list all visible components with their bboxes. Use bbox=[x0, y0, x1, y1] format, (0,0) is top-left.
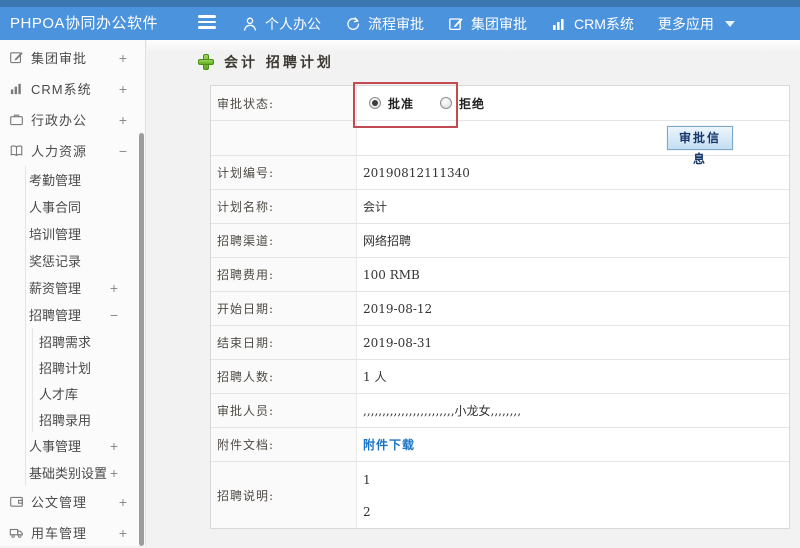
radio-approve[interactable] bbox=[369, 97, 381, 109]
truck-icon bbox=[8, 525, 24, 541]
app-logo: PHPOA协同办公软件 bbox=[10, 15, 159, 32]
field-label: 审批状态: bbox=[211, 86, 357, 120]
row-recruit-channel: 招聘渠道: 网络招聘 bbox=[211, 224, 789, 258]
recruitment-children: 招聘需求 招聘计划 人才库 招聘录用 bbox=[32, 328, 145, 432]
nav-group-approval[interactable]: 集团审批 bbox=[448, 14, 527, 34]
row-end-date: 结束日期: 2019-08-31 bbox=[211, 326, 789, 360]
book-icon bbox=[8, 143, 24, 159]
sidebar-item-group-approval[interactable]: 集团审批 + bbox=[0, 42, 145, 73]
sidebar-item-vehicle[interactable]: 用车管理 + bbox=[0, 517, 145, 548]
sidebar-item-recruit-demand[interactable]: 招聘需求 bbox=[33, 328, 145, 354]
sidebar-item-personnel[interactable]: 人事管理 + bbox=[26, 432, 145, 459]
caret-down-icon bbox=[724, 20, 735, 27]
sidebar-item-document[interactable]: 公文管理 + bbox=[0, 486, 145, 517]
row-start-date: 开始日期: 2019-08-12 bbox=[211, 292, 789, 326]
briefcase-icon bbox=[8, 112, 24, 128]
nav-label: 更多应用 bbox=[657, 15, 714, 32]
sidebar-scrollbar[interactable] bbox=[139, 133, 144, 546]
sidebar-item-recruitment[interactable]: 招聘管理 − bbox=[26, 301, 145, 328]
top-nav: 个人办公 流程审批 集团审批 CRM系统 更多应用 bbox=[242, 7, 735, 40]
row-approval-status: 审批状态: 批准 拒绝 bbox=[211, 86, 789, 121]
topbar-accent-strip bbox=[0, 0, 800, 7]
topbar: PHPOA协同办公软件 个人办公 流程审批 集团审批 CRM系统 更多应用 bbox=[0, 7, 800, 40]
main-content: 会计 招聘计划 审批状态: 批准 拒绝 审批信息 计划编号: 201908121… bbox=[147, 40, 800, 546]
expand-plus-icon[interactable]: + bbox=[110, 465, 118, 481]
person-icon bbox=[242, 16, 258, 32]
expand-plus-icon[interactable]: + bbox=[119, 494, 128, 510]
collapse-minus-icon[interactable]: − bbox=[110, 307, 118, 323]
hamburger-menu-icon[interactable] bbox=[198, 15, 216, 31]
row-approvers: 审批人员: ,,,,,,,,,,,,,,,,,,,,,,,,小龙女,,,,,,,… bbox=[211, 394, 789, 428]
sidebar: 集团审批 + CRM系统 + 行政办公 + 人力资源 − 考勤管理 人事合同 培… bbox=[0, 40, 146, 546]
edit-square-icon bbox=[8, 50, 24, 66]
expand-plus-icon[interactable]: + bbox=[119, 525, 128, 541]
expand-plus-icon[interactable]: + bbox=[119, 112, 128, 128]
sidebar-item-crm[interactable]: CRM系统 + bbox=[0, 73, 145, 104]
sidebar-item-talent-pool[interactable]: 人才库 bbox=[33, 380, 145, 406]
nav-label: 集团审批 bbox=[471, 15, 527, 32]
expand-plus-icon[interactable]: + bbox=[119, 50, 128, 66]
approval-info-button[interactable]: 审批信息 bbox=[666, 125, 734, 166]
hr-children: 考勤管理 人事合同 培训管理 奖惩记录 薪资管理 + 招聘管理 − 招聘需求 招… bbox=[25, 166, 145, 486]
expand-plus-icon[interactable]: + bbox=[119, 81, 128, 97]
sidebar-item-training[interactable]: 培训管理 bbox=[26, 220, 145, 247]
nav-crm[interactable]: CRM系统 bbox=[551, 14, 634, 34]
sidebar-item-recruit-plan[interactable]: 招聘计划 bbox=[33, 354, 145, 380]
description-line: 1 bbox=[363, 473, 371, 487]
process-arrow-icon bbox=[345, 16, 361, 32]
row-recruit-cost: 招聘费用: 100 RMB bbox=[211, 258, 789, 292]
collapse-minus-icon[interactable]: − bbox=[119, 143, 128, 159]
document-icon bbox=[8, 494, 24, 510]
radio-reject[interactable] bbox=[440, 97, 453, 109]
sidebar-item-hr-contract[interactable]: 人事合同 bbox=[26, 193, 145, 220]
sidebar-item-hr[interactable]: 人力资源 − bbox=[0, 135, 145, 166]
expand-plus-icon[interactable]: + bbox=[110, 280, 118, 296]
nav-process-approval[interactable]: 流程审批 bbox=[345, 14, 424, 34]
nav-label: CRM系统 bbox=[574, 15, 634, 32]
sidebar-item-admin-office[interactable]: 行政办公 + bbox=[0, 104, 145, 135]
nav-more-apps[interactable]: 更多应用 bbox=[658, 14, 735, 34]
description-line: 2 bbox=[363, 505, 371, 519]
attachment-download-link[interactable]: 附件下载 bbox=[363, 436, 415, 453]
page-title: 会计 招聘计划 bbox=[224, 55, 334, 71]
sidebar-item-recruit-hiring[interactable]: 招聘录用 bbox=[33, 406, 145, 432]
sidebar-item-rewards[interactable]: 奖惩记录 bbox=[26, 247, 145, 274]
sidebar-item-attendance[interactable]: 考勤管理 bbox=[26, 166, 145, 193]
edit-square-icon bbox=[448, 16, 464, 32]
nav-label: 个人办公 bbox=[265, 15, 321, 32]
approval-status-value: 批准 拒绝 bbox=[357, 86, 789, 120]
row-plan-number: 计划编号: 20190812111340 bbox=[211, 156, 789, 190]
row-attachment: 附件文档: 附件下载 bbox=[211, 428, 789, 462]
bar-chart-icon bbox=[8, 81, 24, 97]
row-approval-button: 审批信息 bbox=[211, 121, 789, 166]
radio-approve-label[interactable]: 批准 bbox=[388, 95, 414, 112]
row-plan-name: 计划名称: 会计 bbox=[211, 190, 789, 224]
row-headcount: 招聘人数: 1 人 bbox=[211, 360, 789, 394]
sidebar-item-base-category[interactable]: 基础类别设置 + bbox=[26, 459, 145, 486]
expand-plus-icon[interactable]: + bbox=[110, 438, 118, 454]
add-plus-icon bbox=[198, 54, 214, 70]
sidebar-item-salary[interactable]: 薪资管理 + bbox=[26, 274, 145, 301]
nav-personal-office[interactable]: 个人办公 bbox=[242, 14, 321, 34]
bar-chart-icon bbox=[551, 16, 567, 32]
nav-label: 流程审批 bbox=[368, 15, 424, 32]
detail-table: 审批状态: 批准 拒绝 审批信息 计划编号: 20190812111340 计划… bbox=[210, 85, 790, 529]
page-title-row: 会计 招聘计划 bbox=[198, 52, 334, 72]
radio-reject-label[interactable]: 拒绝 bbox=[459, 95, 485, 112]
row-recruit-description: 招聘说明: 1 2 bbox=[211, 462, 789, 528]
